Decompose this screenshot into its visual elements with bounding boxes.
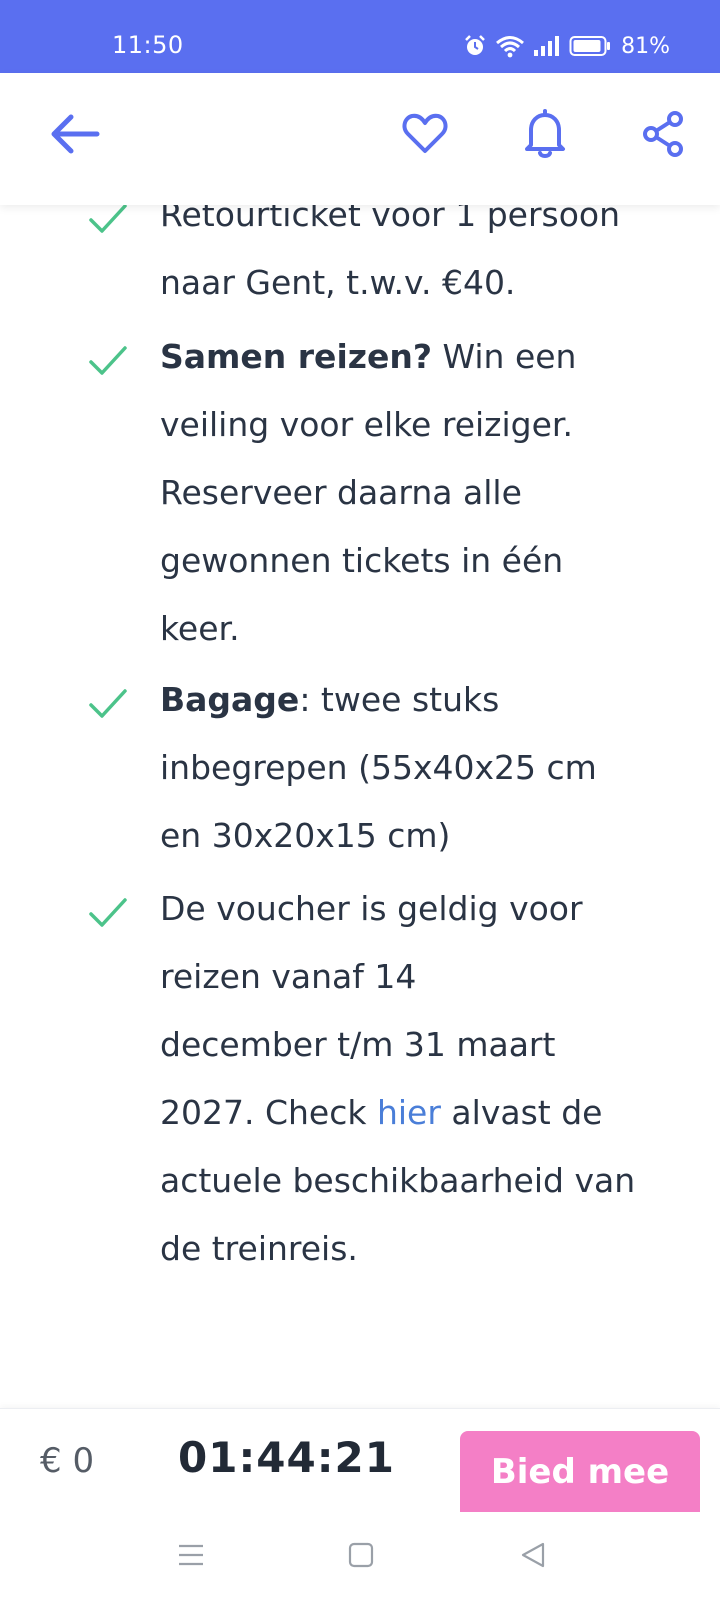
signal-icon: [533, 35, 561, 57]
feature-list: Retourticket voor 1 persoon naar Gent, t…: [0, 190, 720, 1408]
battery-icon: [569, 35, 611, 57]
feature-line: de treinreis.: [160, 1229, 358, 1268]
system-nav-bar: [0, 1512, 720, 1600]
feature-text: De voucher is geldig voor reizen vanaf 1…: [160, 875, 650, 1283]
menu-icon: [176, 1542, 206, 1572]
feature-heading: Samen reizen?: [160, 337, 432, 376]
share-icon: [642, 111, 684, 161]
status-bar: 11:50 81%: [0, 0, 720, 73]
feature-line: veiling voor elke reiziger.: [160, 405, 573, 444]
app-bar: [0, 73, 720, 205]
heart-icon: [402, 113, 448, 159]
feature-line: en 30x20x15 cm): [160, 816, 451, 855]
notify-button[interactable]: [514, 105, 576, 167]
share-button[interactable]: [632, 105, 694, 167]
nav-menu-button[interactable]: [168, 1534, 214, 1580]
back-triangle-icon: [519, 1541, 547, 1573]
battery-percent: 81%: [621, 33, 670, 59]
bid-bar: € 0 01:44:21 Bied mee: [0, 1408, 720, 1513]
feature-line: 2027. Check hier alvast de: [160, 1093, 603, 1132]
feature-line: Samen reizen? Win een: [160, 337, 577, 376]
current-price: € 0: [40, 1441, 95, 1481]
feature-line: reizen vanaf 14: [160, 957, 417, 996]
feature-line: december t/m 31 maart: [160, 1025, 556, 1064]
feature-line: De voucher is geldig voor: [160, 889, 583, 928]
availability-link[interactable]: hier: [377, 1093, 441, 1132]
feature-line: gewonnen tickets in één: [160, 541, 564, 580]
wifi-icon: [495, 34, 525, 58]
feature-line: Reserveer daarna alle: [160, 473, 522, 512]
feature-heading: Bagage: [160, 680, 300, 719]
feature-text: Bagage: twee stuks inbegrepen (55x40x25 …: [160, 666, 650, 870]
nav-back-button[interactable]: [510, 1534, 556, 1580]
feature-line: keer.: [160, 609, 240, 648]
nav-home-button[interactable]: [338, 1534, 384, 1580]
check-icon: [89, 204, 127, 233]
feature-line: actuele beschikbaarheid van: [160, 1161, 636, 1200]
check-icon: [89, 346, 127, 375]
feature-line: Bagage: twee stuks: [160, 680, 500, 719]
status-time: 11:50: [112, 31, 184, 59]
status-icons: 81%: [463, 33, 670, 59]
feature-text: Samen reizen? Win een veiling voor elke …: [160, 323, 650, 663]
bid-button[interactable]: Bied mee: [460, 1431, 700, 1513]
home-square-icon: [347, 1541, 375, 1573]
alarm-icon: [463, 34, 487, 58]
feature-text: Retourticket voor 1 persoon naar Gent, t…: [160, 190, 650, 317]
feature-line: naar Gent, t.w.v. €40.: [160, 263, 516, 302]
favorite-button[interactable]: [394, 105, 456, 167]
check-icon: [89, 689, 127, 718]
bell-icon: [523, 109, 567, 163]
feature-line: inbegrepen (55x40x25 cm: [160, 748, 597, 787]
check-icon: [89, 898, 127, 927]
back-button[interactable]: [44, 105, 106, 167]
countdown-timer: 01:44:21: [178, 1433, 395, 1482]
arrow-left-icon: [49, 112, 101, 160]
